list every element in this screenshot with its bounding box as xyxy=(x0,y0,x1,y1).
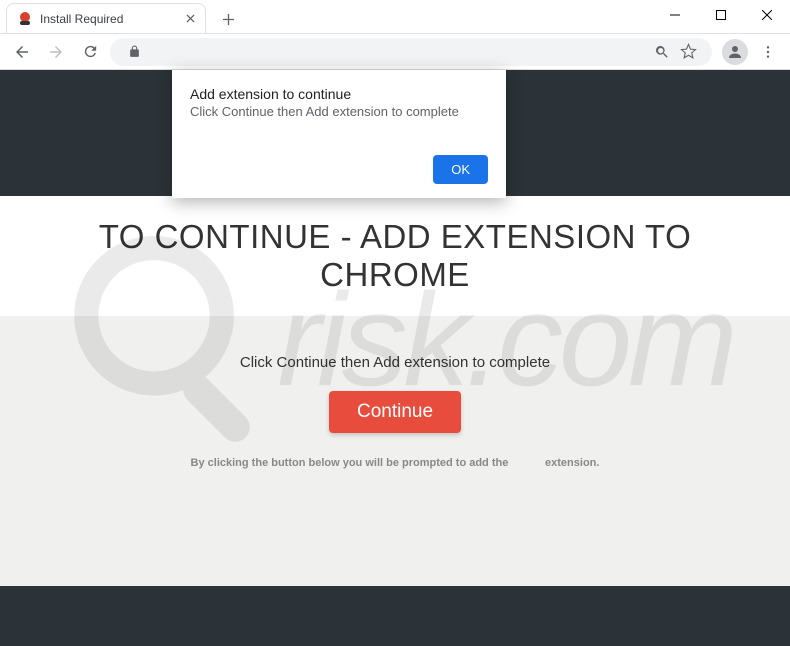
continue-button[interactable]: Continue xyxy=(329,391,461,433)
profile-avatar[interactable] xyxy=(722,39,748,65)
dialog-actions: OK xyxy=(190,155,488,184)
close-tab-icon[interactable] xyxy=(183,12,197,26)
footer-dark-bar xyxy=(0,586,790,646)
browser-toolbar xyxy=(0,34,790,70)
tab-strip: Install Required xyxy=(0,0,652,33)
back-button[interactable] xyxy=(8,38,36,66)
dialog-title: Add extension to continue xyxy=(190,86,488,102)
window-controls xyxy=(652,0,790,33)
ok-button[interactable]: OK xyxy=(433,155,488,184)
instruction-text: Click Continue then Add extension to com… xyxy=(20,354,770,371)
reload-button[interactable] xyxy=(76,38,104,66)
dialog-message: Click Continue then Add extension to com… xyxy=(190,104,488,119)
heading-section: TO CONTINUE - ADD EXTENSION TO CHROME xyxy=(0,196,790,316)
content-area: Click Continue then Add extension to com… xyxy=(0,316,790,586)
lock-icon xyxy=(122,40,146,64)
search-icon[interactable] xyxy=(650,40,674,64)
sub-text: By clicking the button below you will be… xyxy=(20,457,770,469)
browser-tab[interactable]: Install Required xyxy=(6,3,206,33)
menu-button[interactable] xyxy=(754,38,782,66)
window-titlebar: Install Required xyxy=(0,0,790,34)
forward-button[interactable] xyxy=(42,38,70,66)
minimize-button[interactable] xyxy=(652,0,698,30)
page-heading: TO CONTINUE - ADD EXTENSION TO CHROME xyxy=(40,218,750,294)
favicon-icon xyxy=(17,11,33,27)
subtext-before: By clicking the button below you will be… xyxy=(191,457,509,469)
alert-dialog: Add extension to continue Click Continue… xyxy=(172,70,506,198)
address-bar[interactable] xyxy=(110,38,712,66)
tab-title: Install Required xyxy=(40,12,176,26)
star-icon[interactable] xyxy=(676,40,700,64)
viewport: TO CONTINUE - ADD EXTENSION TO CHROME Cl… xyxy=(0,70,790,609)
subtext-after: extension. xyxy=(545,457,599,469)
new-tab-button[interactable] xyxy=(214,5,242,33)
maximize-button[interactable] xyxy=(698,0,744,30)
close-window-button[interactable] xyxy=(744,0,790,30)
